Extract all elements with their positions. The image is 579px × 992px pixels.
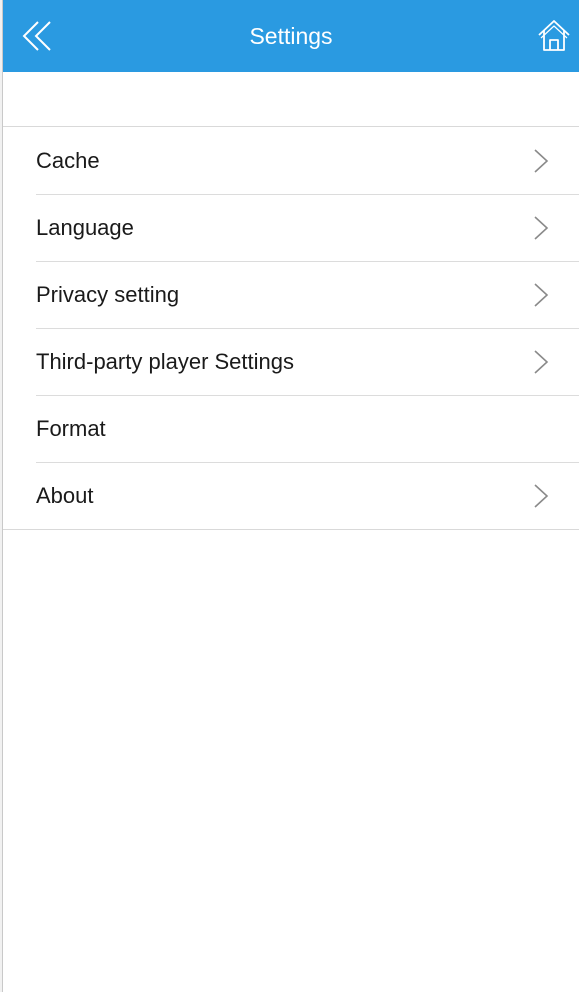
settings-item-label: Privacy setting: [36, 282, 180, 307]
settings-item-label: About: [36, 483, 94, 508]
home-icon: [538, 20, 570, 51]
settings-item-label: Third-party player Settings: [36, 349, 294, 374]
chevron-right-icon: [534, 149, 549, 173]
chevron-right-icon: [534, 484, 549, 508]
settings-item-privacy-setting[interactable]: Privacy setting: [3, 261, 579, 328]
chevron-right-icon: [534, 216, 549, 240]
settings-item-third-party-player[interactable]: Third-party player Settings: [3, 328, 579, 395]
chevron-right-icon: [534, 350, 549, 374]
settings-item-format[interactable]: Format: [3, 395, 579, 462]
page-title: Settings: [249, 23, 333, 49]
settings-item-about[interactable]: About: [3, 462, 579, 529]
settings-list: Cache Language Privacy setting Third-par…: [3, 126, 579, 530]
settings-item-language[interactable]: Language: [3, 194, 579, 261]
settings-item-label: Cache: [36, 148, 100, 173]
navigation-bar: Settings: [3, 0, 579, 72]
settings-screen: Settings Cache Language Privacy setting: [2, 0, 579, 992]
settings-item-label: Language: [36, 215, 134, 240]
chevron-right-icon: [534, 283, 549, 307]
home-button[interactable]: [535, 18, 573, 54]
settings-item-cache[interactable]: Cache: [3, 127, 579, 194]
settings-item-label: Format: [36, 416, 106, 441]
